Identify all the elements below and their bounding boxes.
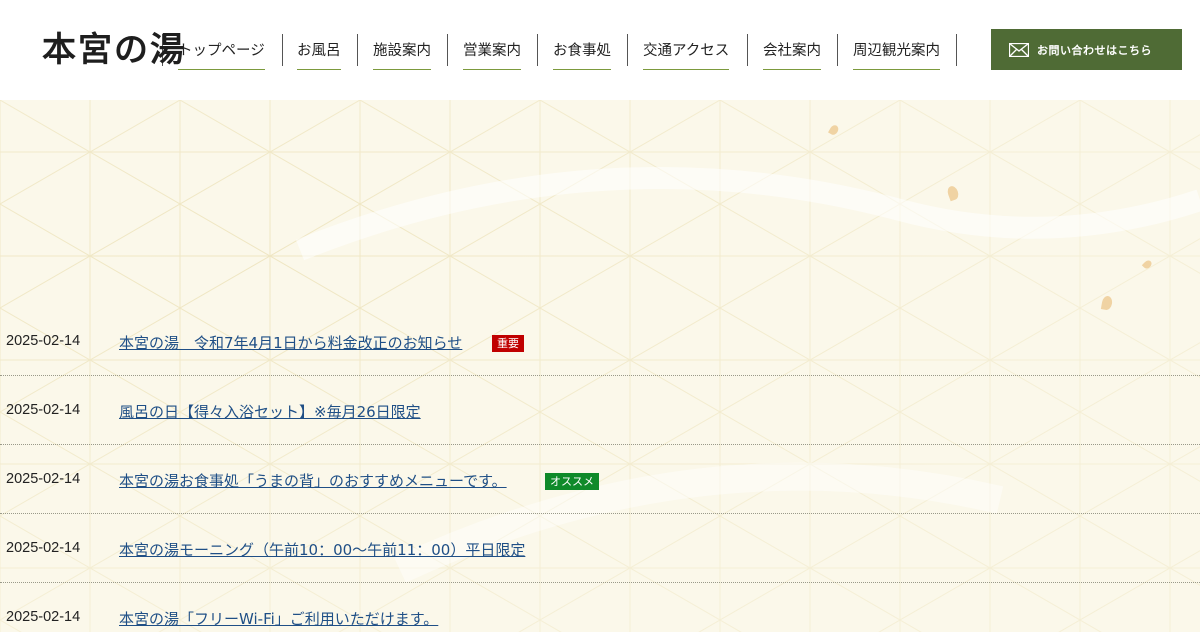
- nav-item-company[interactable]: 会社案内: [747, 34, 837, 70]
- news-item: 2025-02-14 風呂の日【得々入浴セット】※毎月26日限定: [0, 376, 1200, 445]
- news-item: 2025-02-14 本宮の湯「フリーWi-Fi」ご利用いただけます。: [0, 583, 1200, 632]
- nav-label: 施設案内: [373, 39, 431, 70]
- nav-item-access[interactable]: 交通アクセス: [627, 34, 747, 70]
- news-title: 風呂の日【得々入浴セット】※毎月26日限定: [119, 403, 421, 421]
- nav-divider: [956, 34, 957, 66]
- news-title-link[interactable]: 風呂の日【得々入浴セット】※毎月26日限定: [119, 401, 421, 422]
- nav-item-bath[interactable]: お風呂: [282, 34, 357, 70]
- badge-important: 重要: [492, 335, 524, 352]
- news-date: 2025-02-14: [6, 540, 81, 556]
- news-title-link[interactable]: 本宮の湯「フリーWi-Fi」ご利用いただけます。: [119, 608, 438, 629]
- news-item: 2025-02-14 本宮の湯 令和7年4月1日から料金改正のお知らせ 重要: [0, 307, 1200, 376]
- news-list: 2025-02-14 本宮の湯 令和7年4月1日から料金改正のお知らせ 重要 2…: [0, 307, 1200, 632]
- site-logo[interactable]: 本宮の湯: [42, 28, 222, 72]
- news-date: 2025-02-14: [6, 333, 81, 349]
- news-title-link[interactable]: 本宮の湯お食事処「うまの背」のおすすめメニューです。: [119, 470, 507, 491]
- nav-label: お食事処: [553, 39, 611, 70]
- news-title: 本宮の湯お食事処「うまの背」のおすすめメニューです。: [119, 472, 507, 490]
- news-date: 2025-02-14: [6, 609, 81, 625]
- nav-label: 周辺観光案内: [853, 39, 940, 70]
- nav-item-business-hours[interactable]: 営業案内: [447, 34, 537, 70]
- nav-item-sightseeing[interactable]: 周辺観光案内: [837, 34, 956, 70]
- news-title-link[interactable]: 本宮の湯モーニング（午前10：00〜午前11：00）平日限定: [119, 539, 525, 560]
- contact-button[interactable]: お問い合わせはこちら: [991, 29, 1182, 70]
- nav-item-facilities[interactable]: 施設案内: [357, 34, 447, 70]
- site-header: 本宮の湯 トップページ お風呂 施設案内 営業案内 お食事処 交通アクセス 会社…: [0, 0, 1200, 100]
- nav-label: 営業案内: [463, 39, 521, 70]
- nav-label: 会社案内: [763, 39, 821, 70]
- contact-button-label: お問い合わせはこちら: [1037, 43, 1152, 57]
- nav-label: お風呂: [297, 39, 341, 70]
- news-title-link[interactable]: 本宮の湯 令和7年4月1日から料金改正のお知らせ: [119, 332, 462, 353]
- nav-label: 交通アクセス: [643, 39, 730, 70]
- news-date: 2025-02-14: [6, 471, 81, 487]
- mail-icon: [1009, 42, 1029, 57]
- news-item: 2025-02-14 本宮の湯お食事処「うまの背」のおすすめメニューです。 オス…: [0, 445, 1200, 514]
- news-title: 本宮の湯「フリーWi-Fi」ご利用いただけます。: [119, 610, 439, 628]
- nav-item-restaurant[interactable]: お食事処: [537, 34, 627, 70]
- news-title: 本宮の湯モーニング（午前10：00〜午前11：00）平日限定: [119, 541, 526, 559]
- news-item: 2025-02-14 本宮の湯モーニング（午前10：00〜午前11：00）平日限…: [0, 514, 1200, 583]
- news-date: 2025-02-14: [6, 402, 81, 418]
- badge-recommend: オススメ: [545, 473, 599, 490]
- news-title: 本宮の湯 令和7年4月1日から料金改正のお知らせ: [119, 334, 463, 352]
